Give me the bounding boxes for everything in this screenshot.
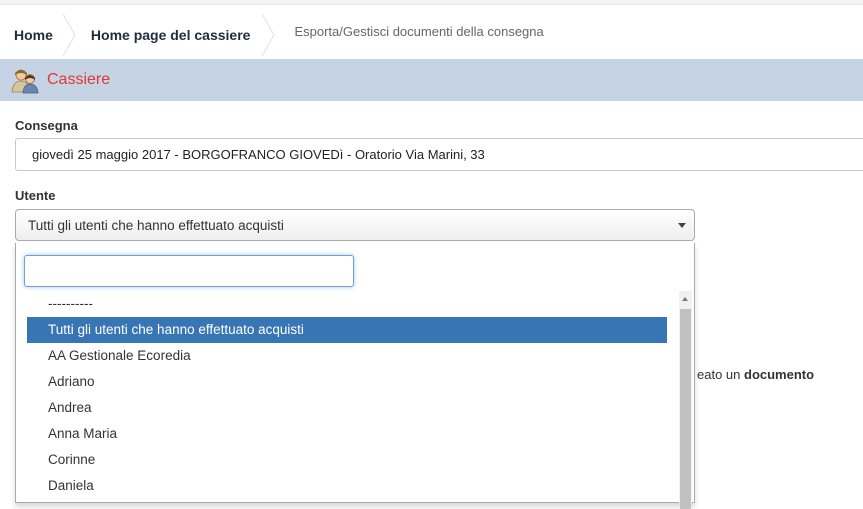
- background-text: eato un documento: [697, 367, 814, 382]
- panel-header: Cassiere: [0, 59, 863, 101]
- background-text-bold: documento: [744, 367, 815, 382]
- dropdown-search-input[interactable]: [24, 255, 354, 287]
- panel-title: Cassiere: [47, 71, 111, 88]
- dropdown-option[interactable]: AA Gestionale Ecoredia: [27, 343, 667, 369]
- breadcrumb: Home Home page del cassiere Esporta/Gest…: [0, 14, 558, 56]
- breadcrumb-cashier-home[interactable]: Home page del cassiere: [71, 14, 276, 56]
- breadcrumb-home-label: Home: [14, 27, 53, 43]
- top-border: [0, 0, 863, 5]
- consegna-label: Consegna: [15, 118, 78, 133]
- dropdown-option[interactable]: Andrea: [27, 395, 667, 421]
- dropdown-option[interactable]: Daniela: [27, 473, 667, 499]
- dropdown-option[interactable]: ----------: [27, 291, 667, 317]
- scrollbar-thumb[interactable]: [680, 309, 691, 509]
- scroll-up-arrow-icon[interactable]: [682, 297, 688, 301]
- chevron-down-icon: [678, 223, 686, 228]
- dropdown-option[interactable]: Corinne: [27, 447, 667, 473]
- dropdown-option[interactable]: Anna Maria: [27, 421, 667, 447]
- utente-select-value: Tutti gli utenti che hanno effettuato ac…: [28, 217, 284, 233]
- utente-dropdown: ---------- Tutti gli utenti che hanno ef…: [15, 243, 695, 509]
- background-text-prefix: eato un: [697, 367, 744, 382]
- consegna-value: giovedì 25 maggio 2017 - BORGOFRANCO GIO…: [32, 147, 485, 162]
- dropdown-option[interactable]: Adriano: [27, 369, 667, 395]
- consegna-field[interactable]: giovedì 25 maggio 2017 - BORGOFRANCO GIO…: [15, 138, 863, 171]
- utente-select[interactable]: Tutti gli utenti che hanno effettuato ac…: [15, 209, 695, 241]
- utente-label: Utente: [15, 188, 56, 203]
- dropdown-options: ---------- Tutti gli utenti che hanno ef…: [27, 291, 667, 499]
- breadcrumb-current: Esporta/Gestisci documenti della consegn…: [294, 23, 544, 39]
- dropdown-scrollbar[interactable]: [679, 291, 692, 509]
- breadcrumb-home[interactable]: Home: [0, 14, 76, 56]
- users-icon: [11, 69, 39, 94]
- breadcrumb-cashier-home-label: Home page del cassiere: [90, 27, 251, 43]
- dropdown-option-selected[interactable]: Tutti gli utenti che hanno effettuato ac…: [27, 317, 667, 343]
